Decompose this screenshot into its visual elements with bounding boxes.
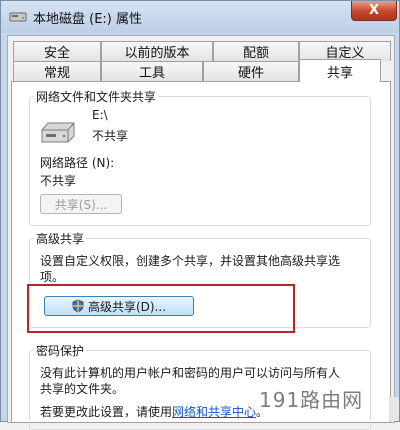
advanced-sharing-title: 高级共享 [34,230,87,247]
share-button[interactable]: 共享(S)... [40,194,122,214]
network-sharing-title: 网络文件和文件夹共享 [34,88,159,105]
tab-general[interactable]: 常规 [13,61,101,81]
sharing-panel: 网络文件和文件夹共享 E:\ 不共享 网络路径 (N): 不共享 共享(S)..… [11,81,391,430]
drive-window-icon [9,12,27,22]
drive-share-status: 不共享 [92,129,129,143]
watermark: 191路由网 [259,388,364,412]
tab-hardware[interactable]: 硬件 [203,61,299,81]
password-protection-text-1: 没有此计算机的用户帐户和密码的用户可以访问与所有人 [40,366,341,380]
network-path-value: 不共享 [40,174,77,188]
tab-sharing[interactable]: 共享 [299,59,381,82]
scrollbar[interactable] [389,397,399,421]
tab-quota[interactable]: 配额 [213,41,299,61]
tab-tools[interactable]: 工具 [101,61,203,81]
advanced-sharing-description-1: 设置自定义权限，创建多个共享，并设置其他高级共享选 [40,254,341,268]
tab-previous-versions[interactable]: 以前的版本 [101,41,213,61]
window-title: 本地磁盘 (E:) 属性 [33,12,143,27]
drive-path: E:\ [92,108,108,122]
properties-window: 本地磁盘 (E:) 属性 X 安全 以前的版本 配额 自定义 常规 工具 硬件 … [0,0,400,430]
title-bar[interactable]: 本地磁盘 (E:) 属性 [1,1,399,33]
tab-customize[interactable]: 自定义 [299,41,391,61]
password-protection-text-3: 若要更改此设置，请使用网络和共享中心。 [40,405,269,419]
tab-security[interactable]: 安全 [13,41,101,61]
network-path-label: 网络路径 (N): [40,156,115,170]
password-protection-text-2: 共享的文件夹。 [40,382,125,396]
highlight-box [27,284,295,333]
drive-icon [41,122,75,143]
advanced-sharing-description-2: 项。 [40,270,65,284]
network-sharing-center-link[interactable]: 网络和共享中心 [172,405,256,419]
password-protection-title: 密码保护 [34,342,87,359]
close-button[interactable]: X [351,1,397,21]
close-icon: X [368,3,380,18]
